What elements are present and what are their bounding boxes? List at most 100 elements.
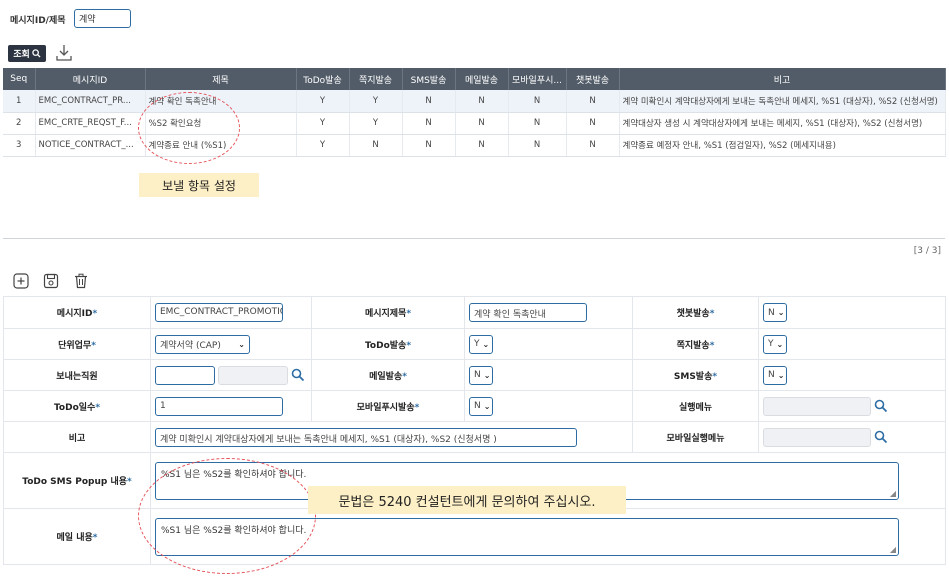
push-value: N — [474, 401, 481, 411]
mail-content-textarea[interactable]: %S1 님은 %S2를 확인하셔야 합니다. ◢ — [155, 517, 899, 556]
cell: Y — [296, 112, 350, 135]
popup-text: %S1 님은 %S2를 확인하셔야 합니다. — [161, 469, 307, 480]
msg-id-cell: EMC_CONTRACT_PROMOTION — [150, 296, 312, 329]
column-header[interactable]: Seq — [3, 68, 36, 90]
table-row[interactable]: 3 NOTICE_CONTRACT_... 계약종료 안내 (%S1) Y N … — [3, 134, 946, 157]
column-header[interactable]: 쪽지발송 — [349, 68, 403, 90]
grid-header-row: Seq 메시지ID 제목 ToDo발송 쪽지발송 SMS발송 메일발송 모바일푸… — [3, 68, 946, 90]
cell: 3 — [3, 134, 36, 157]
cell: N — [508, 134, 567, 157]
resize-handle-icon[interactable]: ◢ — [890, 545, 896, 554]
todo-cell: Y ⌄ — [464, 328, 633, 360]
query-button[interactable]: 조회 — [8, 45, 46, 62]
push-cell: N ⌄ — [464, 390, 633, 422]
cell: EMC_CONTRACT_PR... — [35, 90, 146, 113]
cell: N — [402, 90, 456, 113]
note-msg-cell: Y ⌄ — [758, 328, 946, 360]
form-row: 메시지ID* EMC_CONTRACT_PROMOTION 메시지제목* 계약 … — [3, 296, 946, 329]
chatbot-select[interactable]: N ⌄ — [763, 303, 787, 322]
download-icon[interactable] — [56, 44, 72, 62]
msg-title-cell: 계약 확인 독촉안내 — [464, 296, 633, 329]
push-select[interactable]: N ⌄ — [469, 396, 493, 416]
cell: N — [508, 90, 567, 113]
msg-title-label: 메시지제목* — [311, 296, 465, 329]
cell: N — [455, 90, 509, 113]
cell: N — [566, 90, 620, 113]
sms-select[interactable]: N ⌄ — [763, 365, 787, 385]
cell: N — [455, 112, 509, 135]
resize-handle-icon[interactable]: ◢ — [890, 489, 896, 498]
column-header[interactable]: ToDo발송 — [296, 68, 350, 90]
cell: N — [508, 112, 567, 135]
sender-input[interactable] — [155, 365, 215, 385]
column-header[interactable]: 메일발송 — [455, 68, 509, 90]
column-header[interactable]: 메시지ID — [35, 68, 146, 90]
unit-select[interactable]: 계약서약 (CAP) ⌄ — [155, 334, 250, 354]
msg-title-input[interactable]: 계약 확인 독촉안내 — [469, 303, 587, 322]
chatbot-cell: N ⌄ — [758, 296, 946, 329]
table-row[interactable]: 2 EMC_CRTE_REQST_F... %S2 확인요청 Y Y N N N… — [3, 112, 946, 135]
chevron-down-icon: ⌄ — [777, 370, 785, 380]
unit-cell: 계약서약 (CAP) ⌄ — [150, 328, 312, 360]
save-icon[interactable] — [43, 273, 59, 289]
query-button-label: 조회 — [13, 50, 30, 60]
detail-form: 메시지ID* EMC_CONTRACT_PROMOTION 메시지제목* 계약 … — [3, 296, 946, 565]
todo-label: ToDo발송* — [311, 328, 465, 360]
cell: 2 — [3, 112, 36, 135]
search-icon[interactable] — [291, 368, 305, 382]
menu-display — [763, 396, 871, 416]
mail-content-text: %S1 님은 %S2를 확인하셔야 합니다. — [161, 525, 307, 536]
message-grid: Seq 메시지ID 제목 ToDo발송 쪽지발송 SMS발송 메일발송 모바일푸… — [3, 68, 946, 157]
form-row: 보내는직원 메일발송* N ⌄ SMS발송* N ⌄ — [3, 359, 946, 391]
column-header[interactable]: SMS발송 — [402, 68, 456, 90]
cell: N — [566, 112, 620, 135]
sms-label: SMS발송* — [632, 359, 759, 391]
search-label: 메시지ID/제목 — [10, 16, 66, 26]
cell: EMC_CRTE_REQST_F... — [35, 112, 146, 135]
add-icon[interactable] — [13, 273, 29, 289]
column-header[interactable]: 제목 — [145, 68, 297, 90]
cell: %S2 확인요청 — [145, 112, 297, 135]
cell: 계약종료 예정자 안내, %S1 (점검일자), %S2 (메세지내용) — [619, 134, 946, 157]
cell: 계약 확인 독촉안내 — [145, 90, 297, 113]
mobile-menu-cell — [758, 421, 946, 453]
mail-send-value: N — [474, 370, 481, 380]
cell: NOTICE_CONTRACT_... — [35, 134, 146, 157]
cell: Y — [349, 112, 403, 135]
table-row[interactable]: 1 EMC_CONTRACT_PR... 계약 확인 독촉안내 Y Y N N … — [3, 90, 946, 113]
search-input[interactable]: 계약 — [74, 9, 131, 28]
mail-send-cell: N ⌄ — [464, 359, 633, 391]
cell: N — [566, 134, 620, 157]
column-header[interactable]: 챗봇발송 — [566, 68, 620, 90]
cell: Y — [296, 134, 350, 157]
column-header[interactable]: 모바일푸시... — [508, 68, 567, 90]
chatbot-label: 챗봇발송* — [632, 296, 759, 329]
sms-cell: N ⌄ — [758, 359, 946, 391]
trash-icon[interactable] — [73, 273, 89, 289]
cell: 계약대상자 생성 시 계약대상자에게 보내는 메세지, %S1 (대상자), %… — [619, 112, 946, 135]
form-row: 비고 계약 미확인시 계약대상자에게 보내는 독촉안내 메세지, %S1 (대상… — [3, 421, 946, 453]
sender-cell — [150, 359, 312, 391]
cell: Y — [349, 90, 403, 113]
column-header[interactable]: 비고 — [619, 68, 946, 90]
todo-days-input[interactable]: 1 — [155, 396, 283, 416]
page-count: [3 / 3] — [913, 246, 941, 256]
note-msg-value: Y — [768, 339, 774, 349]
mail-send-select[interactable]: N ⌄ — [469, 365, 493, 385]
divider — [3, 238, 945, 239]
cell: 1 — [3, 90, 36, 113]
msg-id-input[interactable]: EMC_CONTRACT_PROMOTION — [155, 303, 283, 322]
todo-select[interactable]: Y ⌄ — [469, 334, 493, 354]
note-msg-select[interactable]: Y ⌄ — [763, 334, 787, 354]
remark-cell: 계약 미확인시 계약대상자에게 보내는 독촉안내 메세지, %S1 (대상자),… — [150, 421, 633, 453]
cell: N — [455, 134, 509, 157]
search-icon[interactable] — [874, 399, 888, 413]
chevron-down-icon: ⌄ — [777, 308, 785, 317]
sender-label: 보내는직원 — [3, 359, 151, 391]
chevron-down-icon: ⌄ — [482, 339, 490, 349]
remark-input[interactable]: 계약 미확인시 계약대상자에게 보내는 독촉안내 메세지, %S1 (대상자),… — [155, 427, 577, 447]
form-row: 메일 내용* %S1 님은 %S2를 확인하셔야 합니다. ◢ — [3, 508, 946, 565]
push-label: 모바일푸시발송* — [311, 390, 465, 422]
search-icon[interactable] — [874, 430, 888, 444]
cell: N — [402, 134, 456, 157]
